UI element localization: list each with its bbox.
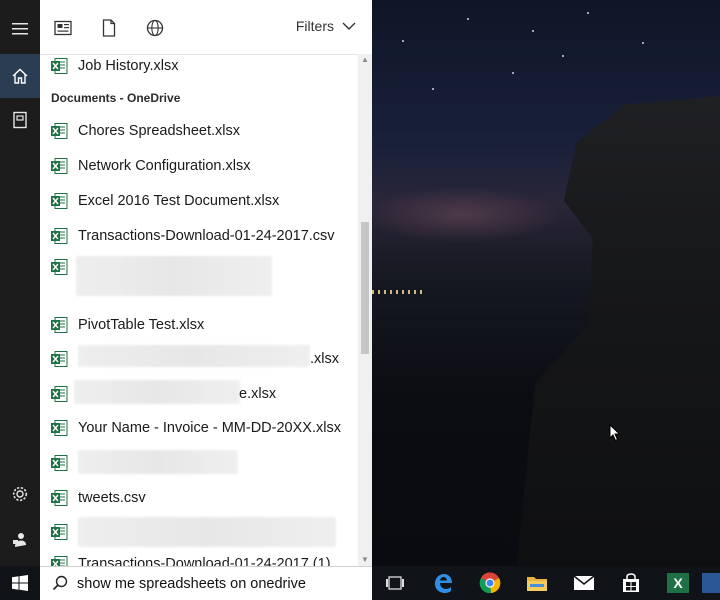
result-filename: Job History.xlsx — [78, 58, 179, 74]
result-row[interactable]: Transactions-Download-01-24-2017 (1) — [40, 549, 358, 566]
result-filename: Chores Spreadsheet.xlsx — [78, 123, 240, 139]
result-filename: Transactions-Download-01-24-2017.csv — [78, 228, 335, 244]
search-icon — [52, 575, 68, 591]
result-row[interactable] — [40, 448, 358, 478]
word-icon[interactable] — [702, 566, 720, 600]
excel-file-icon — [50, 385, 68, 403]
store-icon[interactable] — [608, 566, 654, 600]
result-filename: Excel 2016 Test Document.xlsx — [78, 193, 280, 209]
excel-icon[interactable]: X — [655, 566, 701, 600]
start-rail — [0, 0, 40, 566]
excel-file-icon — [50, 57, 68, 75]
result-row[interactable] — [40, 252, 358, 296]
windows-start-icon[interactable] — [0, 566, 40, 600]
redacted-filename — [74, 380, 240, 404]
excel-file-icon — [50, 419, 68, 437]
redacted-filename — [76, 256, 272, 296]
filters-dropdown[interactable]: Filters — [296, 18, 356, 34]
excel-file-icon — [50, 227, 68, 245]
settings-gear-icon[interactable] — [0, 472, 40, 516]
excel-file-icon — [50, 192, 68, 210]
feedback-icon[interactable] — [0, 518, 40, 562]
result-row[interactable]: Transactions-Download-01-24-2017.csv — [40, 221, 358, 251]
chrome-icon[interactable] — [467, 566, 513, 600]
task-view-icon[interactable] — [372, 566, 418, 600]
excel-file-icon — [50, 350, 68, 368]
result-filename: Network Configuration.xlsx — [78, 158, 251, 174]
result-filename: tweets.csv — [78, 490, 146, 506]
document-icon[interactable] — [96, 15, 122, 41]
result-row[interactable]: PivotTable Test.xlsx — [40, 310, 358, 340]
desktop-wallpaper — [372, 0, 720, 566]
svg-text:X: X — [673, 575, 683, 591]
scroll-down-arrow-icon[interactable]: ▼ — [361, 556, 369, 564]
scroll-up-arrow-icon[interactable]: ▲ — [361, 56, 369, 64]
result-row[interactable]: Excel 2016 Test Document.xlsx — [40, 186, 358, 216]
hamburger-menu-icon[interactable] — [0, 7, 40, 51]
result-row[interactable]: Your Name - Invoice - MM-DD-20XX.xlsx — [40, 413, 358, 443]
section-heading: Documents - OneDrive — [51, 91, 181, 105]
chevron-down-icon — [342, 22, 356, 30]
notebook-icon[interactable] — [0, 98, 40, 142]
excel-file-icon — [50, 523, 68, 541]
mail-icon[interactable] — [561, 566, 607, 600]
news-icon[interactable] — [50, 15, 76, 41]
result-row[interactable]: .xlsx — [40, 344, 358, 374]
cortana-search-box[interactable] — [40, 566, 372, 600]
result-filename: e.xlsx — [239, 386, 277, 402]
result-row[interactable] — [40, 517, 358, 547]
excel-file-icon — [50, 555, 68, 566]
excel-file-icon — [50, 258, 68, 276]
excel-file-icon — [50, 316, 68, 334]
result-row[interactable]: tweets.csv — [40, 483, 358, 513]
excel-file-icon — [50, 122, 68, 140]
result-filename: Your Name - Invoice - MM-DD-20XX.xlsx — [78, 420, 341, 436]
results-list: Job History.xlsx Documents - OneDrive Chor… — [40, 54, 358, 566]
redacted-filename — [78, 450, 238, 474]
redacted-filename — [78, 345, 310, 367]
taskbar: X — [0, 566, 720, 600]
excel-file-icon — [50, 489, 68, 507]
result-filename: PivotTable Test.xlsx — [78, 317, 205, 333]
results-scrollbar[interactable]: ▲ ▼ — [358, 54, 372, 566]
cliff-silhouette — [516, 95, 720, 566]
excel-file-icon — [50, 157, 68, 175]
shore-lights — [372, 290, 422, 294]
edge-icon[interactable] — [420, 566, 466, 600]
excel-file-icon — [50, 454, 68, 472]
result-row[interactable]: e.xlsx — [40, 379, 358, 409]
result-row[interactable]: Chores Spreadsheet.xlsx — [40, 116, 358, 146]
result-row[interactable]: Network Configuration.xlsx — [40, 151, 358, 181]
search-results-panel: Filters Job History.xlsx Documents - OneD… — [40, 0, 372, 566]
result-filename: Transactions-Download-01-24-2017 (1) — [78, 556, 331, 566]
result-row[interactable]: Job History.xlsx — [40, 54, 358, 81]
file-explorer-icon[interactable] — [514, 566, 560, 600]
redacted-filename — [78, 517, 336, 547]
filters-label: Filters — [295, 18, 334, 34]
filter-toolbar: Filters — [40, 0, 372, 55]
globe-icon[interactable] — [142, 15, 168, 41]
result-filename: .xlsx — [310, 351, 339, 367]
search-input[interactable] — [77, 573, 357, 595]
home-icon[interactable] — [0, 54, 40, 98]
scroll-thumb[interactable] — [361, 222, 369, 354]
